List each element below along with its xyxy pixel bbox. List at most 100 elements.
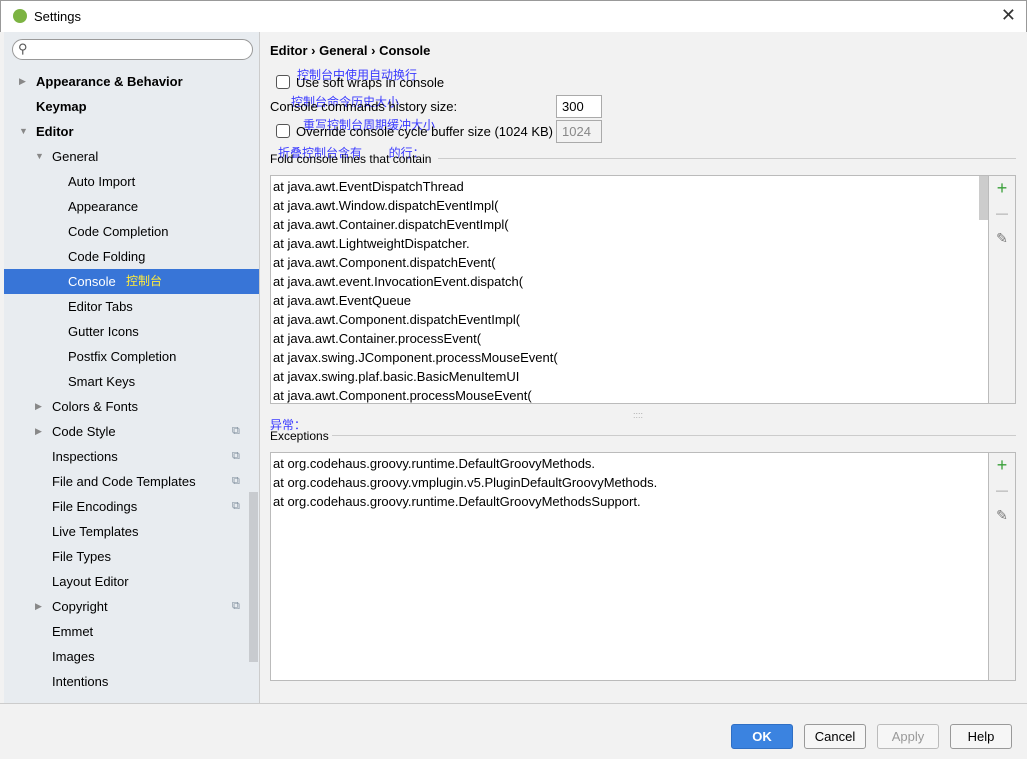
sidebar-item[interactable]: Keymap [4,94,248,119]
sidebar-item-label: Intentions [52,674,109,689]
splitter-handle[interactable]: :::: [633,410,643,420]
search-input[interactable]: ⚲ [12,39,253,60]
sidebar-item-label: Postfix Completion [68,349,177,364]
sidebar-item[interactable]: ▶ Code Style ⧉ [4,419,248,444]
sidebar-item[interactable]: Editor Tabs [4,294,248,319]
add-icon[interactable]: + [989,453,1015,478]
exceptions-heading: Exceptions [270,429,329,443]
list-item[interactable]: at org.codehaus.groovy.runtime.DefaultGr… [271,454,988,473]
fold-lines-list[interactable]: at java.awt.EventDispatchThread at java.a… [270,175,989,404]
sidebar-item[interactable]: Inspections ⧉ [4,444,248,469]
sidebar-scrollbar[interactable] [249,492,258,662]
cancel-button[interactable]: Cancel [804,724,866,749]
list-item[interactable]: at java.awt.Container.dispatchEventImpl( [271,215,988,234]
sidebar-item-label: Smart Keys [68,374,136,389]
chevron-down-icon[interactable]: ▼ [35,144,44,169]
chevron-right-icon[interactable]: ▶ [35,594,42,619]
list-item[interactable]: at java.awt.Component.processMouseEvent( [271,386,988,403]
edit-icon[interactable]: ✎ [989,503,1015,528]
sidebar-item[interactable]: Live Templates [4,519,248,544]
sidebar-item-label: Editor [36,124,74,139]
soft-wraps-label: Use soft wraps in console [296,75,445,90]
breadcrumb: Editor › General › Console [270,43,431,58]
annotation: 控制台 [126,274,163,288]
remove-icon[interactable]: — [989,478,1015,503]
sidebar-item[interactable]: Gutter Icons [4,319,248,344]
fold-lines-heading: Fold console lines that contain [270,152,432,166]
list-item[interactable]: at javax.swing.JComponent.processMouseEv… [271,348,988,367]
override-buffer-label: Override console cycle buffer size (1024… [296,124,553,139]
sidebar-item-label: Code Completion [68,224,169,239]
sidebar-item-label: Console [68,274,116,289]
edit-icon[interactable]: ✎ [989,226,1015,251]
history-size-label: Console commands history size: [270,99,458,114]
sidebar-item[interactable]: Code Completion [4,219,248,244]
list-item[interactable]: at org.codehaus.groovy.runtime.DefaultGr… [271,492,988,511]
list-item[interactable]: at java.awt.event.InvocationEvent.dispat… [271,272,988,291]
sidebar-item[interactable]: Code Folding [4,244,248,269]
sidebar-item-label: Editor Tabs [68,299,133,314]
fold-list-scrollbar[interactable] [979,176,988,220]
sidebar-item[interactable]: File Encodings ⧉ [4,494,248,519]
sidebar-item-label: Layout Editor [52,574,129,589]
help-button[interactable]: Help [950,724,1012,749]
list-item[interactable]: at javax.swing.plaf.basic.BasicMenuItemU… [271,367,988,386]
sidebar-item-label: Inspections [52,449,118,464]
sidebar-item-label: Emmet [52,624,94,639]
exceptions-list-toolbar: + — ✎ [989,452,1016,681]
sidebar-item[interactable]: ▼ Editor [4,119,248,144]
buffer-size-input[interactable]: 1024 [556,120,602,143]
remove-icon[interactable]: — [989,201,1015,226]
soft-wraps-checkbox[interactable] [276,75,290,89]
sidebar-item[interactable]: ▼ General [4,144,248,169]
sidebar-item-label: File and Code Templates [52,474,196,489]
add-icon[interactable]: + [989,176,1015,201]
sidebar-item[interactable]: Emmet [4,619,248,644]
list-item[interactable]: at java.awt.Container.processEvent( [271,329,988,348]
list-item[interactable]: at java.awt.Component.dispatchEvent( [271,253,988,272]
sidebar-item[interactable]: File and Code Templates ⧉ [4,469,248,494]
sidebar-item-label: Appearance & Behavior [36,74,183,89]
project-settings-icon: ⧉ [232,600,240,612]
sidebar-item[interactable]: ▶ Copyright ⧉ [4,594,248,619]
sidebar-item[interactable]: Images [4,644,248,669]
list-item[interactable]: at java.awt.EventDispatchThread [271,177,988,196]
sidebar-item-label: File Types [52,549,112,564]
sidebar-item[interactable]: Postfix Completion [4,344,248,369]
chevron-right-icon[interactable]: ▶ [19,69,26,94]
sidebar-item-label: Code Style [52,424,116,439]
chevron-right-icon[interactable]: ▶ [35,419,42,444]
sidebar-item[interactable]: File Types [4,544,248,569]
sidebar-item-label: Code Folding [68,249,146,264]
sidebar-item[interactable]: Auto Import [4,169,248,194]
sidebar-item-label: Images [52,649,95,664]
project-settings-icon: ⧉ [232,500,240,512]
list-item[interactable]: at org.codehaus.groovy.vmplugin.v5.Plugi… [271,473,988,492]
sidebar-item[interactable]: ▶ Colors & Fonts [4,394,248,419]
dialog-footer: OK Cancel Apply Help [0,703,1027,759]
chevron-down-icon[interactable]: ▼ [19,119,28,144]
console-settings-panel: Editor › General › Console 控制台中使用自动换行 Us… [260,32,1027,703]
sidebar-item[interactable]: Intentions [4,669,248,694]
exceptions-list[interactable]: at org.codehaus.groovy.runtime.DefaultGr… [270,452,989,681]
chevron-right-icon[interactable]: ▶ [35,394,42,419]
ok-button[interactable]: OK [731,724,793,749]
close-icon[interactable]: ✕ [1001,5,1016,26]
search-icon: ⚲ [18,41,28,56]
sidebar-item[interactable]: Console 控制台 [4,269,259,294]
sidebar-item-label: Auto Import [68,174,136,189]
list-item[interactable]: at java.awt.LightweightDispatcher. [271,234,988,253]
sidebar-item[interactable]: Layout Editor [4,569,248,594]
list-item[interactable]: at java.awt.Window.dispatchEventImpl( [271,196,988,215]
sidebar-item-label: Copyright [52,599,108,614]
window-title: Settings [34,9,81,24]
list-item[interactable]: at java.awt.EventQueue [271,291,988,310]
list-item[interactable]: at java.awt.Component.dispatchEventImpl( [271,310,988,329]
sidebar-item[interactable]: Appearance [4,194,248,219]
sidebar-item[interactable]: Smart Keys [4,369,248,394]
override-buffer-checkbox[interactable] [276,124,290,138]
apply-button[interactable]: Apply [877,724,939,749]
project-settings-icon: ⧉ [232,475,240,487]
sidebar-item[interactable]: ▶ Appearance & Behavior [4,69,248,94]
history-size-input[interactable]: 300 [556,95,602,118]
